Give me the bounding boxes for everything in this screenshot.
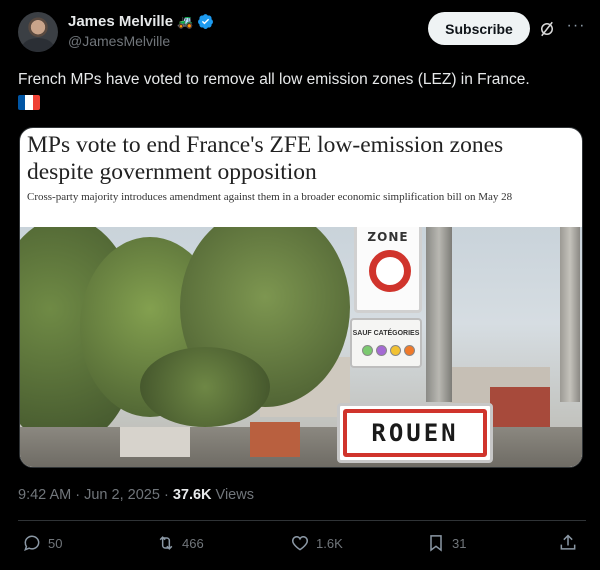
tweet-date[interactable]: Jun 2, 2025 <box>84 487 160 503</box>
article-card[interactable]: MPs vote to end France's ZFE low-emissio… <box>19 127 583 468</box>
tweet-text: French MPs have voted to remove all low … <box>18 70 586 116</box>
tweet-body: French MPs have voted to remove all low … <box>18 71 530 88</box>
author-names: James Melville 🚜 @JamesMelville <box>68 13 214 49</box>
city-sign: ROUEN <box>337 403 493 463</box>
tweet-time[interactable]: 9:42 AM <box>18 487 71 503</box>
views-count: 37.6K <box>172 487 212 503</box>
action-bar: 50 466 1.6K 31 <box>22 533 580 559</box>
share-button[interactable] <box>558 533 578 553</box>
author-display-name[interactable]: James Melville 🚜 <box>68 13 214 30</box>
sign-pole <box>426 227 452 402</box>
more-options-icon[interactable]: ··· <box>566 18 586 38</box>
zone-sign: ZONE <box>354 227 422 313</box>
like-count: 1.6K <box>316 535 343 551</box>
tweet-meta: 9:42 AM · Jun 2, 2025 · 37.6K Views <box>18 487 254 503</box>
views-label: Views <box>215 487 254 503</box>
category-badges-icon <box>362 345 415 356</box>
divider <box>18 520 586 521</box>
repost-icon <box>159 536 173 550</box>
bookmark-button[interactable]: 31 <box>426 533 466 553</box>
grok-icon[interactable] <box>538 20 556 38</box>
meta-separator: · <box>75 487 81 503</box>
reply-count: 50 <box>48 535 63 551</box>
repost-button[interactable]: 466 <box>156 533 204 553</box>
bookmark-icon <box>430 535 442 552</box>
category-sign: SAUF CATÉGORIES <box>350 318 422 368</box>
reply-button[interactable]: 50 <box>22 533 62 553</box>
prohibition-circle-icon <box>369 250 411 292</box>
card-headline: MPs vote to end France's ZFE low-emissio… <box>27 132 504 185</box>
article-image: ZONE SAUF CATÉGORIES ROUEN <box>20 227 582 467</box>
bookmark-count: 31 <box>452 535 467 551</box>
like-button[interactable]: 1.6K <box>290 533 343 553</box>
share-icon <box>560 534 576 550</box>
repost-count: 466 <box>182 535 204 551</box>
category-sign-text: SAUF CATÉGORIES <box>352 330 420 337</box>
heart-icon <box>291 535 309 551</box>
meta-separator-2: · <box>163 487 169 503</box>
zone-sign-text: ZONE <box>367 230 409 244</box>
card-subheadline: Cross-party majority introduces amendmen… <box>27 191 513 203</box>
author-display-name-text[interactable]: James Melville <box>68 13 173 30</box>
verified-badge-icon <box>198 14 214 29</box>
avatar[interactable] <box>18 12 58 52</box>
city-sign-text: ROUEN <box>343 409 487 457</box>
france-flag-icon <box>18 95 40 110</box>
tractor-emoji-icon: 🚜 <box>177 13 194 29</box>
author-handle[interactable]: @JamesMelville <box>68 33 214 49</box>
subscribe-button[interactable]: Subscribe <box>428 12 530 45</box>
reply-icon <box>24 535 40 551</box>
background-pole <box>560 227 580 402</box>
tweet-header: James Melville 🚜 @JamesMelville Subscrib… <box>18 12 586 56</box>
